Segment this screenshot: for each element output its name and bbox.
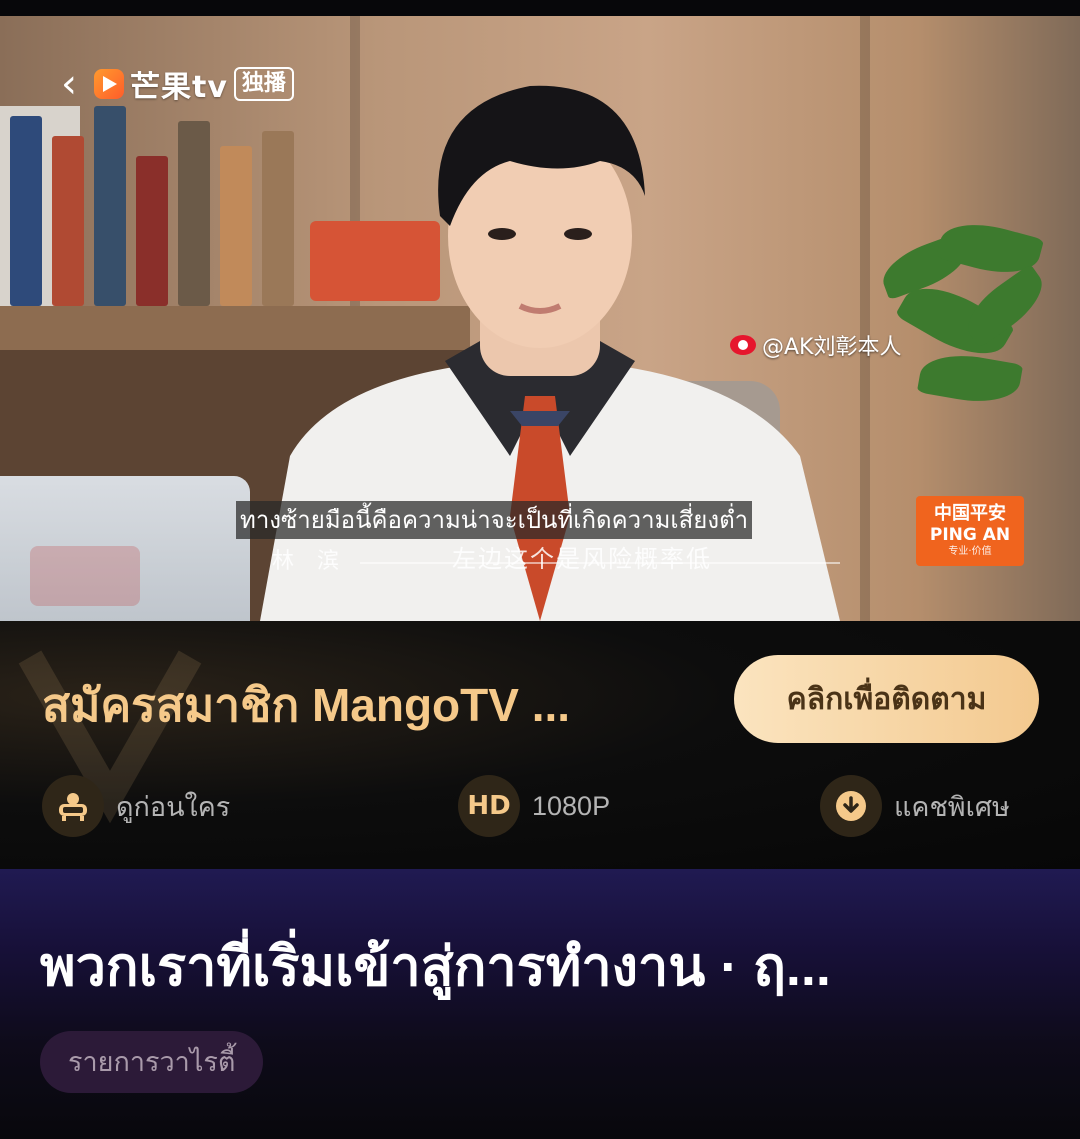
channel-logo: ‹ 芒果tv 独播 xyxy=(50,54,294,114)
perk-label: แคชพิเศษ xyxy=(894,791,1010,822)
hd-icon: HD xyxy=(458,775,520,837)
laptop xyxy=(0,476,250,621)
status-bar xyxy=(0,0,1080,16)
sponsor-tagline: 专业·价值 xyxy=(948,546,992,557)
perk-label: 1080P xyxy=(532,790,611,821)
sponsor-name-cn: 中国平安 xyxy=(934,503,1006,524)
subtitle-thai: ทางซ้ายมือนี้คือความน่าจะเป็นที่เกิดความ… xyxy=(236,501,753,539)
sofa-icon xyxy=(42,775,104,837)
mango-logo-icon xyxy=(94,69,124,99)
subtitle-speaker-name: 林 滨 xyxy=(272,549,347,574)
subscribe-button[interactable]: คลิกเพื่อติดตาม xyxy=(734,655,1039,743)
sponsor-logo: 中国平安 PING AN 专业·价值 xyxy=(916,496,1024,566)
sponsor-name-en: PING AN xyxy=(929,525,1011,545)
show-info: พวกเราที่เริ่มเข้าสู่การทำงาน · ฤ... ราย… xyxy=(0,869,1080,1139)
video-player[interactable]: ‹ 芒果tv 独播 @AK刘彰本人 中国平安 PING AN 专业·价值 ทาง… xyxy=(0,16,1080,621)
logo-brand: 芒果tv xyxy=(130,70,228,105)
hd-icon-text: HD xyxy=(467,791,511,821)
download-icon xyxy=(820,775,882,837)
exclusive-badge: 独播 xyxy=(233,67,294,101)
weibo-handle: @AK刘彰本人 xyxy=(762,335,902,360)
perk-hd[interactable]: HD 1080P xyxy=(458,773,610,839)
weibo-icon xyxy=(730,335,756,355)
perk-label: ดูก่อนใคร xyxy=(116,791,231,822)
category-tag[interactable]: รายการวาไรตี้ xyxy=(40,1031,264,1093)
weibo-watermark: @AK刘彰本人 xyxy=(730,329,901,361)
subtitle-chinese: 左边这个是风险概率低 xyxy=(452,545,712,573)
perk-cache[interactable]: แคชพิเศษ xyxy=(820,773,1010,839)
vip-promo-banner: สมัครสมาชิก MangoTV ... คลิกเพื่อติดตาม … xyxy=(0,621,1080,869)
vip-title: สมัครสมาชิก MangoTV ... xyxy=(42,679,571,731)
perk-early-access[interactable]: ดูก่อนใคร xyxy=(42,773,230,839)
back-arrow-icon[interactable]: ‹ xyxy=(50,64,88,104)
show-title[interactable]: พวกเราที่เริ่มเข้าสู่การทำงาน · ฤ... xyxy=(40,923,1040,1009)
plant xyxy=(860,213,1054,526)
